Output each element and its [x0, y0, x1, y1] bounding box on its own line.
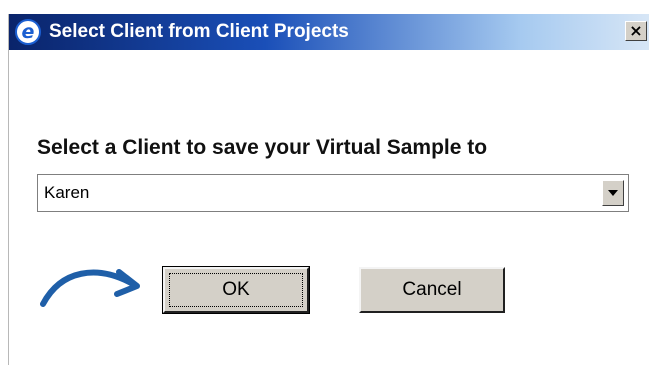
ok-button[interactable]: OK [162, 266, 310, 314]
focus-ring [169, 273, 303, 307]
client-select-value: Karen [44, 183, 90, 202]
close-button[interactable]: × [625, 21, 647, 41]
title-bar[interactable]: e Select Client from Client Projects × [9, 14, 649, 50]
cancel-button[interactable]: Cancel [359, 267, 505, 313]
client-select[interactable]: Karen [37, 174, 629, 212]
prompt-label: Select a Client to save your Virtual Sam… [37, 136, 488, 159]
dialog-title: Select Client from Client Projects [49, 21, 349, 42]
curved-arrow-icon [40, 269, 140, 307]
close-icon: × [629, 21, 643, 40]
dialog-window: e Select Client from Client Projects × S… [8, 14, 649, 365]
app-logo-icon: e [15, 19, 41, 45]
dropdown-button[interactable] [602, 180, 624, 206]
cancel-button-label: Cancel [402, 279, 462, 300]
chevron-down-icon [608, 190, 618, 196]
